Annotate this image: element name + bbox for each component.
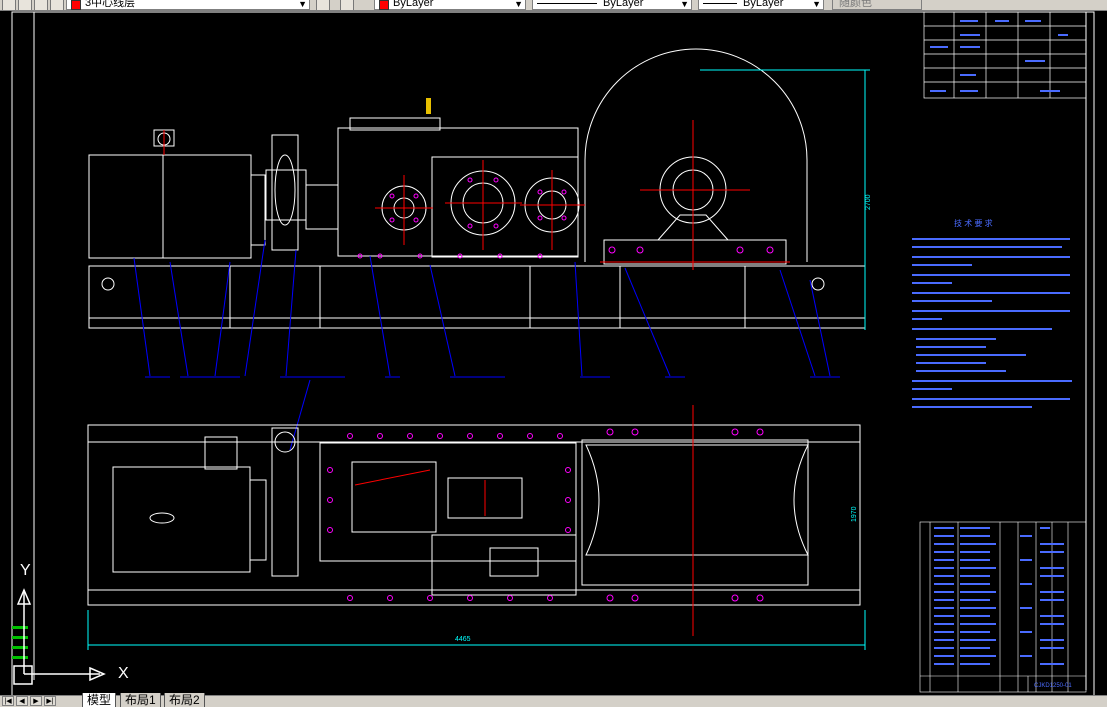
lineweight-preview — [703, 3, 737, 4]
lock-icon[interactable] — [50, 0, 64, 10]
linetype-preview — [537, 3, 597, 4]
bulb-icon[interactable] — [18, 0, 32, 10]
linetype-dropdown[interactable]: ByLayer ▼ — [532, 0, 692, 10]
properties-toolbar: 3中心线层 ▼ ByLayer ▼ ByLayer ▼ ByLayer ▼ 随颜… — [0, 0, 1107, 11]
plotstyle-value: 随颜色 — [839, 0, 872, 9]
parts-list-rows — [934, 527, 1064, 665]
first-tab-button[interactable]: |◀ — [2, 696, 14, 706]
tab-model[interactable]: 模型 — [82, 693, 117, 707]
tab-layout1[interactable]: 布局1 — [120, 693, 161, 707]
base-frame — [88, 265, 866, 329]
leader-lines — [133, 239, 840, 451]
drawing-canvas[interactable]: 2700 1970 4465 技 术 要 求 CJKD1250-01 — [0, 11, 1107, 695]
chevron-down-icon: ▼ — [298, 0, 307, 9]
left-edge-marks — [12, 626, 28, 659]
tech-notes — [912, 238, 1072, 408]
oil-gauge — [426, 98, 431, 114]
plotstyle-dropdown[interactable]: 随颜色 — [832, 0, 922, 10]
front-view-centerlines — [163, 120, 790, 270]
tech-title: 技 术 要 求 — [954, 218, 993, 228]
title-block-code: CJKD1250-01 — [1034, 683, 1072, 689]
layer-previous-icon[interactable] — [340, 0, 354, 10]
tab-layout2[interactable]: 布局2 — [164, 693, 205, 707]
dim-total-length: 4465 — [455, 636, 471, 643]
drum-outline — [584, 48, 808, 262]
lineweight-value: ByLayer — [743, 0, 784, 9]
brake-disc — [271, 134, 299, 251]
layer-value: 3中心线层 — [85, 0, 136, 9]
drawing-frame — [11, 11, 1095, 695]
color-value: ByLayer — [393, 0, 434, 9]
top-view-bolts — [327, 428, 764, 602]
drum-top-profile — [585, 444, 809, 556]
top-view — [87, 424, 861, 606]
next-tab-button[interactable]: ▶ — [30, 696, 42, 706]
top-view-frame — [87, 424, 861, 606]
ucs-y-label: Y — [20, 562, 31, 579]
layer-color-swatch — [71, 0, 81, 10]
ucs-x-label: X — [118, 665, 129, 682]
color-swatch — [379, 0, 389, 10]
revision-table — [923, 11, 1087, 99]
last-tab-button[interactable]: ▶| — [44, 696, 56, 706]
chevron-down-icon: ▼ — [680, 0, 689, 9]
color-dropdown[interactable]: ByLayer ▼ — [374, 0, 526, 10]
front-view — [88, 48, 866, 329]
chevron-down-icon: ▼ — [812, 0, 821, 9]
dim-height-top: 1970 — [851, 506, 858, 522]
layer-state-icon[interactable] — [2, 0, 16, 10]
chevron-down-icon: ▼ — [514, 0, 523, 9]
layout-tab-bar: |◀ ◀ ▶ ▶| 模型 布局1 布局2 — [0, 693, 1107, 707]
dim-height-front: 2700 — [865, 194, 872, 210]
sun-icon[interactable] — [34, 0, 48, 10]
motor-body — [88, 154, 252, 259]
linetype-value: ByLayer — [603, 0, 644, 9]
prev-tab-button[interactable]: ◀ — [16, 696, 28, 706]
make-current-layer-icon[interactable] — [316, 0, 330, 10]
layer-dropdown[interactable]: 3中心线层 ▼ — [66, 0, 310, 10]
revision-table-text — [930, 20, 1068, 92]
lineweight-dropdown[interactable]: ByLayer ▼ — [698, 0, 824, 10]
